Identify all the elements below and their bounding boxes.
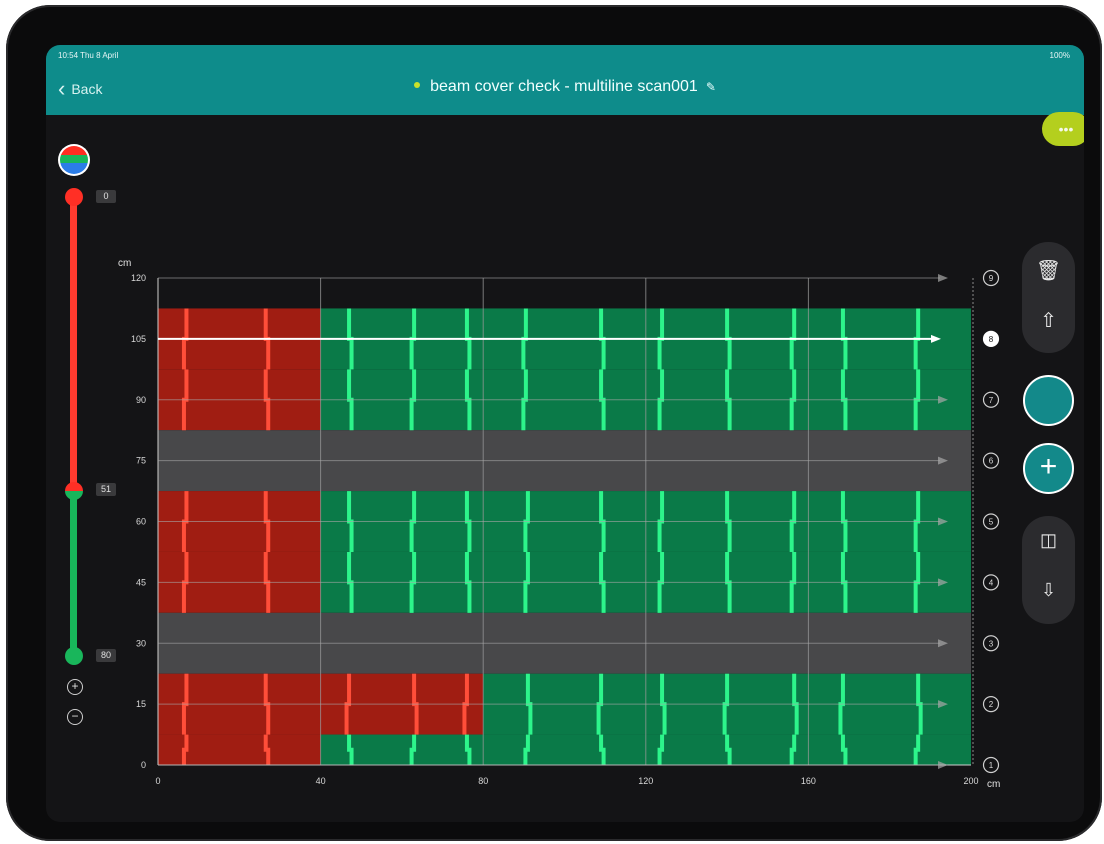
y-tick-label: 15 bbox=[136, 699, 146, 709]
y-tick-label: 45 bbox=[136, 577, 146, 587]
scan-line-number-5: 5 bbox=[989, 518, 994, 527]
plus-icon[interactable]: + bbox=[1023, 443, 1074, 494]
probe-icon[interactable]: ⇩ bbox=[1022, 580, 1075, 601]
tablet-device: 10:54 Thu 8 April 100% ‹ Back beam cover… bbox=[6, 5, 1102, 841]
scan-arrow-9 bbox=[938, 274, 948, 282]
y-axis-unit: cm bbox=[118, 258, 131, 269]
scan-line-number-7: 7 bbox=[989, 396, 994, 405]
x-tick-label: 200 bbox=[963, 776, 978, 786]
y-tick-label: 120 bbox=[131, 273, 146, 283]
x-tick-label: 120 bbox=[638, 776, 653, 786]
x-axis-unit: cm bbox=[987, 779, 1000, 790]
scan-line-number-3: 3 bbox=[989, 639, 994, 648]
y-tick-label: 0 bbox=[141, 760, 146, 770]
split-view-icon[interactable]: ◫ bbox=[1022, 530, 1075, 551]
scan-line-number-6: 6 bbox=[989, 457, 994, 466]
x-tick-label: 160 bbox=[801, 776, 816, 786]
y-tick-label: 60 bbox=[136, 517, 146, 527]
y-tick-label: 105 bbox=[131, 334, 146, 344]
x-tick-label: 0 bbox=[155, 776, 160, 786]
y-tick-label: 90 bbox=[136, 395, 146, 405]
view-tools-panel: ◫ ⇩ bbox=[1022, 516, 1075, 624]
app-screen: 10:54 Thu 8 April 100% ‹ Back beam cover… bbox=[46, 45, 1084, 822]
scan-line-number-1: 1 bbox=[989, 761, 994, 770]
y-tick-label: 75 bbox=[136, 456, 146, 466]
scan-line-number-4: 4 bbox=[989, 578, 994, 587]
scan-line-number-2: 2 bbox=[989, 700, 994, 709]
scan-line-number-9: 9 bbox=[989, 274, 994, 283]
x-tick-label: 40 bbox=[316, 776, 326, 786]
trash-icon[interactable]: 🗑 bbox=[1022, 258, 1075, 283]
y-tick-label: 30 bbox=[136, 638, 146, 648]
file-tools-panel: 🗑 ⇧ bbox=[1022, 242, 1075, 353]
scan-line-number-8: 8 bbox=[989, 335, 994, 344]
share-icon[interactable]: ⇧ bbox=[1022, 308, 1075, 333]
scan-chart[interactable]: 12345678901530456075901051200 40 80 120 160 2… bbox=[46, 45, 1084, 822]
record-button[interactable] bbox=[1023, 375, 1074, 426]
x-tick-label: 80 bbox=[478, 776, 488, 786]
